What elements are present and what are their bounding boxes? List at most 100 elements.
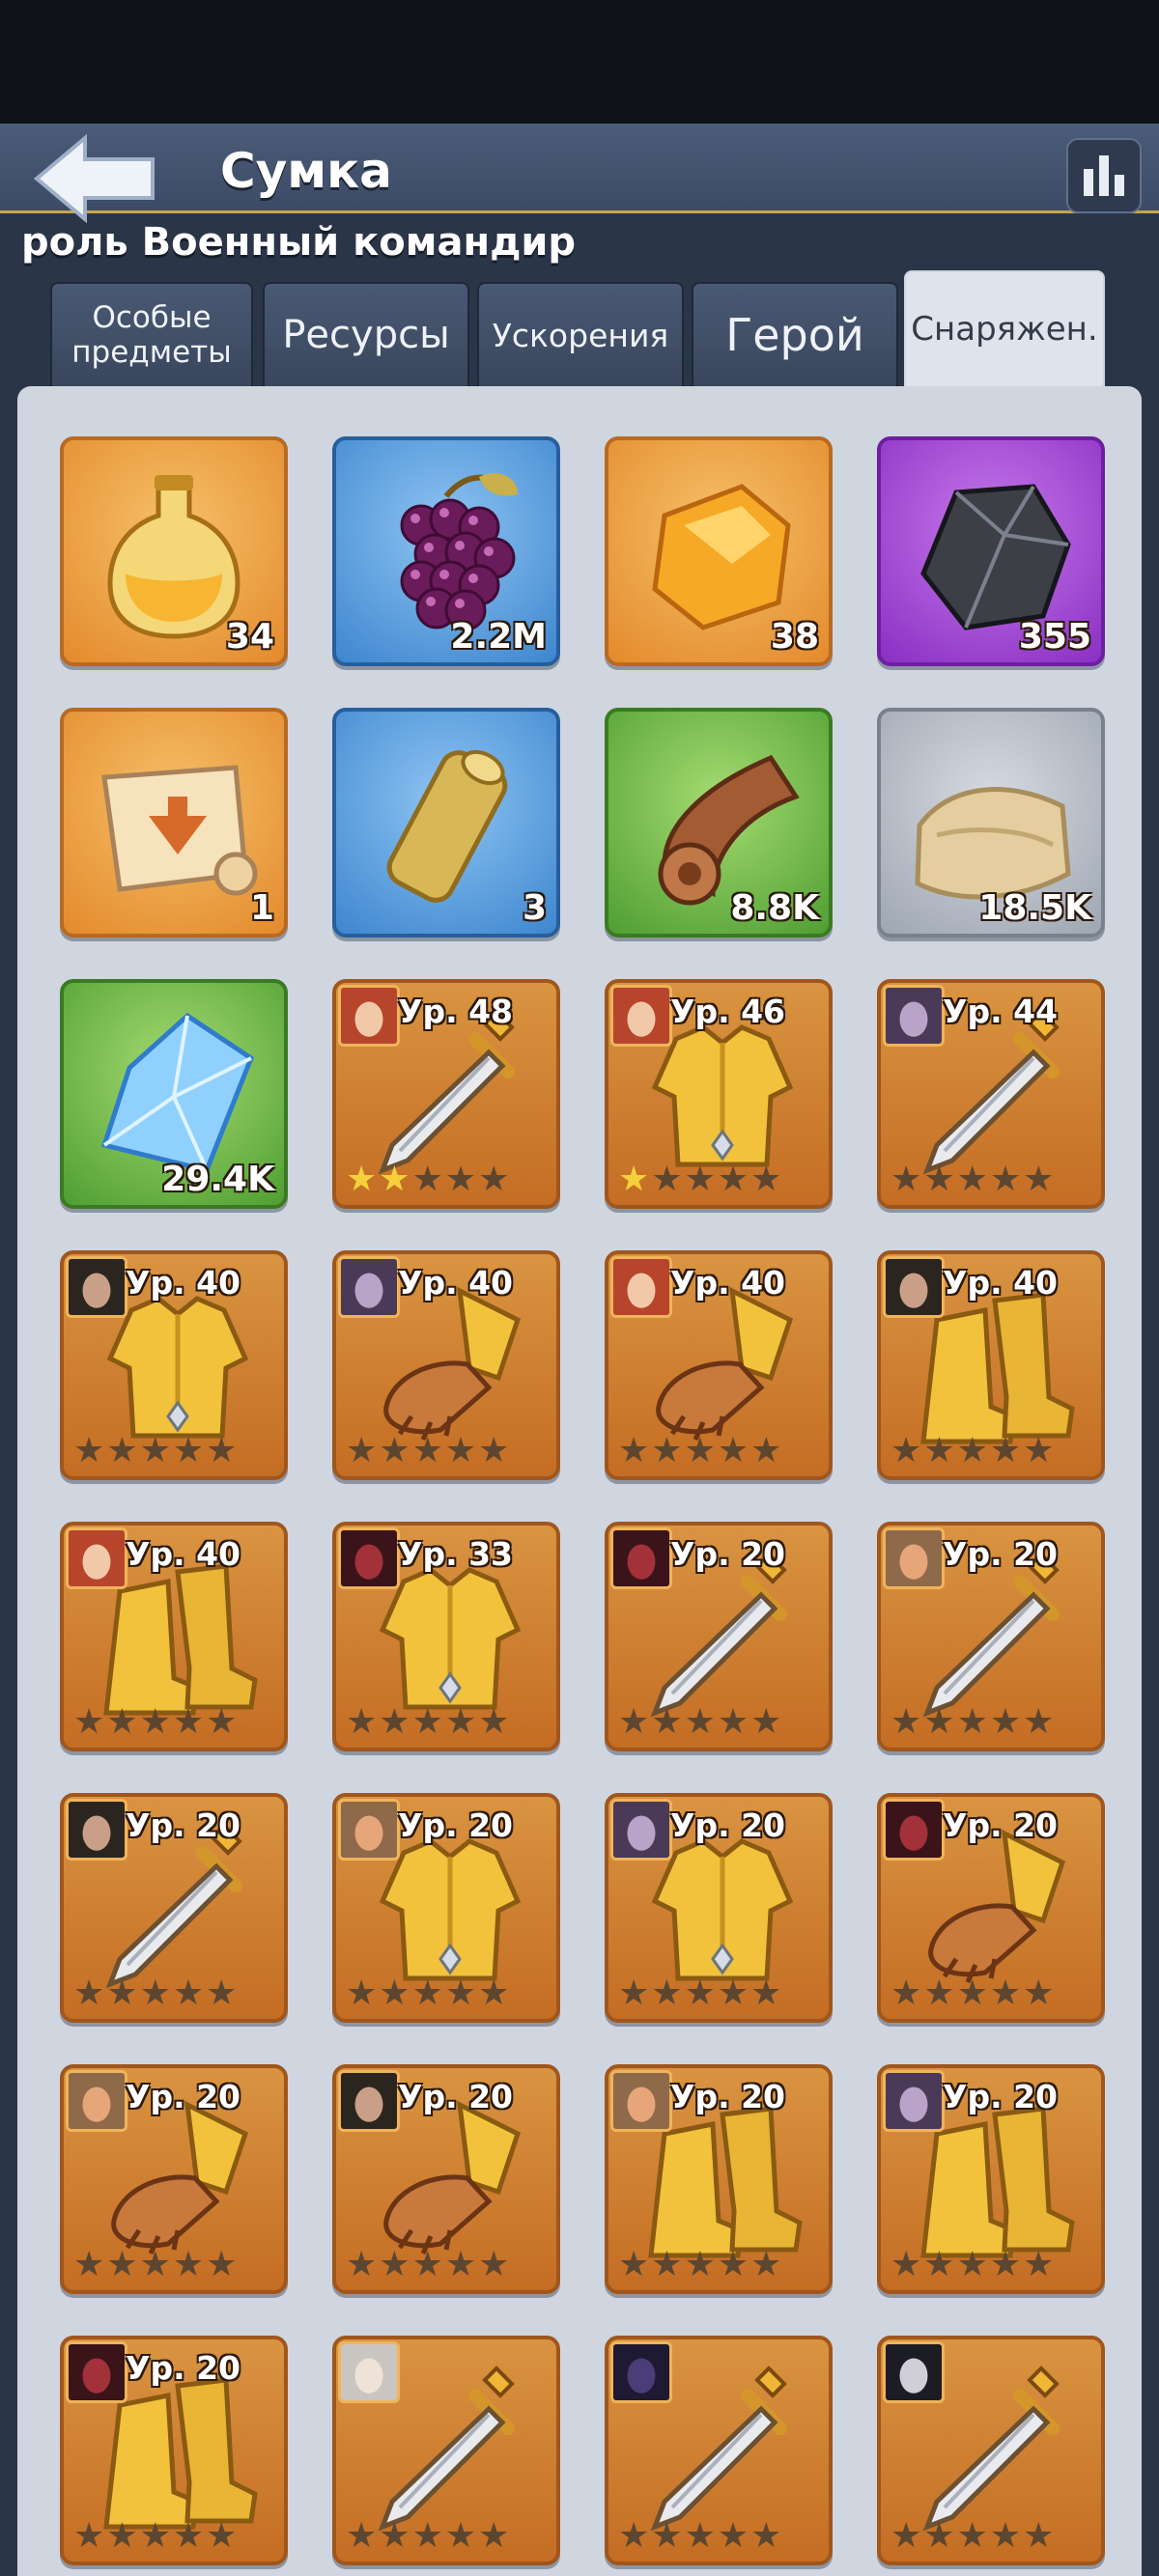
leather-roll-icon — [658, 754, 800, 906]
equipment-slot-armor[interactable]: Ур. 46 ★ ★ ★ ★ ★ — [605, 979, 833, 1209]
star-icon: ★ — [478, 1160, 510, 1199]
star-icon: ★ — [618, 1974, 650, 2013]
tab-equipment[interactable]: Снаряжен. — [904, 270, 1105, 386]
equipment-slot-boots[interactable]: Ур. 40 ★ ★ ★ ★ ★ — [60, 1522, 288, 1751]
tab-resources[interactable]: Ресурсы — [263, 282, 469, 386]
star-icon: ★ — [684, 1160, 716, 1199]
crystal-icon — [100, 1012, 255, 1173]
star-rating: ★ ★ ★ ★ ★ — [618, 2248, 781, 2282]
star-rating: ★ ★ ★ ★ ★ — [618, 1434, 781, 1469]
star-icon: ★ — [139, 2245, 171, 2284]
resource-slot[interactable]: 29.4K — [60, 979, 288, 1209]
equipment-slot-boots[interactable]: Ур. 20 ★ ★ ★ ★ ★ — [877, 2064, 1105, 2294]
star-icon: ★ — [956, 2245, 988, 2284]
item-level: Ур. 46 — [670, 993, 786, 1030]
tab-label: Ресурсы — [282, 313, 450, 357]
star-icon: ★ — [717, 2245, 749, 2284]
item-quantity: 8.8K — [730, 888, 819, 928]
cloth-icon — [915, 787, 1071, 900]
equipment-slot-sword[interactable]: Ур. 20 ★ ★ ★ ★ ★ — [60, 1793, 288, 2023]
resource-slot[interactable]: 18.5K — [877, 708, 1105, 938]
equipment-slot-sword[interactable]: ★ ★ ★ ★ ★ — [877, 2336, 1105, 2565]
star-rating: ★ ★ ★ ★ ★ — [618, 2519, 781, 2554]
equipment-slot-sword[interactable]: ★ ★ ★ ★ ★ — [605, 2336, 833, 2565]
parchment-roll-icon — [386, 749, 508, 903]
resource-slot[interactable]: 38 — [605, 436, 833, 666]
star-icon: ★ — [411, 1974, 443, 2013]
star-icon: ★ — [717, 2516, 749, 2556]
ore-icon — [920, 484, 1071, 630]
star-icon: ★ — [379, 1160, 410, 1199]
tab-hero[interactable]: Герой — [692, 282, 898, 386]
equipment-slot-armor[interactable]: Ур. 20 ★ ★ ★ ★ ★ — [332, 1793, 560, 2023]
star-icon: ★ — [379, 2516, 410, 2556]
star-icon: ★ — [172, 2516, 205, 2556]
star-icon: ★ — [73, 2516, 105, 2556]
star-icon: ★ — [1023, 1160, 1055, 1199]
equipment-slot-gauntlet[interactable]: Ур. 20 ★ ★ ★ ★ ★ — [877, 1793, 1105, 2023]
star-icon: ★ — [923, 1974, 955, 2013]
bearded-warrior-portrait — [66, 1799, 127, 1861]
resource-slot[interactable]: 8.8K — [605, 708, 833, 938]
equipment-slot-boots[interactable]: Ур. 20 ★ ★ ★ ★ ★ — [60, 2336, 288, 2565]
equipment-slot-armor[interactable]: Ур. 40 ★ ★ ★ ★ ★ — [60, 1250, 288, 1480]
equipment-slot-gauntlet[interactable]: Ур. 40 ★ ★ ★ ★ ★ — [605, 1250, 833, 1480]
star-rating: ★ ★ ★ ★ ★ — [346, 1705, 509, 1740]
equipment-slot-armor[interactable]: Ур. 20 ★ ★ ★ ★ ★ — [605, 1793, 833, 2023]
equipment-slot-sword[interactable]: Ур. 20 ★ ★ ★ ★ ★ — [877, 1522, 1105, 1751]
star-icon: ★ — [618, 2516, 650, 2556]
star-rating: ★ ★ ★ ★ ★ — [346, 1162, 509, 1197]
star-icon: ★ — [618, 1160, 650, 1199]
star-icon: ★ — [956, 2516, 988, 2556]
star-icon: ★ — [956, 1702, 988, 1742]
star-icon: ★ — [106, 1974, 138, 2013]
star-icon: ★ — [989, 1702, 1022, 1742]
elf-hero-portrait — [338, 2341, 400, 2403]
item-level: Ур. 40 — [398, 1264, 514, 1302]
star-icon: ★ — [478, 1431, 510, 1470]
equipment-slot-armor[interactable]: Ур. 33 ★ ★ ★ ★ ★ — [332, 1522, 560, 1751]
star-icon: ★ — [444, 1431, 477, 1470]
resource-slot[interactable]: 34 — [60, 436, 288, 666]
equipment-slot-sword[interactable]: Ур. 44 ★ ★ ★ ★ ★ — [877, 979, 1105, 1209]
star-icon: ★ — [651, 2245, 683, 2284]
equipment-slot-sword[interactable]: Ур. 20 ★ ★ ★ ★ ★ — [605, 1522, 833, 1751]
star-icon: ★ — [923, 2245, 955, 2284]
star-icon: ★ — [379, 1431, 410, 1470]
star-icon: ★ — [750, 1431, 782, 1470]
dark-elf-hero-portrait — [610, 1799, 672, 1861]
header-bar — [0, 124, 1159, 213]
item-quantity: 18.5K — [978, 888, 1091, 928]
stats-button[interactable] — [1066, 138, 1142, 213]
star-icon: ★ — [651, 1974, 683, 2013]
star-icon: ★ — [346, 2516, 378, 2556]
resource-slot[interactable]: 355 — [877, 436, 1105, 666]
equipment-slot-gauntlet[interactable]: Ур. 20 ★ ★ ★ ★ ★ — [60, 2064, 288, 2294]
star-icon: ★ — [411, 1702, 443, 1742]
star-icon: ★ — [750, 1160, 782, 1199]
bar-chart-icon — [1084, 155, 1124, 196]
equipment-slot-boots[interactable]: Ур. 20 ★ ★ ★ ★ ★ — [605, 2064, 833, 2294]
dark-elf-hero-portrait — [883, 2070, 945, 2132]
resource-slot[interactable]: 1 — [60, 708, 288, 938]
back-button[interactable] — [29, 130, 164, 227]
equipment-slot-sword[interactable]: Ур. 48 ★ ★ ★ ★ ★ — [332, 979, 560, 1209]
map-scroll-icon — [101, 765, 258, 896]
resource-slot[interactable]: 2.2M — [332, 436, 560, 666]
star-icon: ★ — [206, 2245, 238, 2284]
equipment-slot-gauntlet[interactable]: Ур. 20 ★ ★ ★ ★ ★ — [332, 2064, 560, 2294]
star-icon: ★ — [379, 1702, 410, 1742]
star-rating: ★ ★ ★ ★ ★ — [618, 1976, 781, 2011]
resource-slot[interactable]: 3 — [332, 708, 560, 938]
equipment-slot-sword[interactable]: ★ ★ ★ ★ ★ — [332, 2336, 560, 2565]
star-icon: ★ — [923, 1431, 955, 1470]
tab-speedups[interactable]: Ускорения — [477, 282, 684, 386]
star-rating: ★ ★ ★ ★ ★ — [346, 2248, 509, 2282]
star-icon: ★ — [890, 2245, 922, 2284]
tab-special-items[interactable]: Особые предметы — [50, 282, 253, 386]
equipment-slot-boots[interactable]: Ур. 40 ★ ★ ★ ★ ★ — [877, 1250, 1105, 1480]
item-quantity: 355 — [1018, 617, 1091, 657]
masked-knight-portrait — [338, 1527, 400, 1589]
star-icon: ★ — [478, 2516, 510, 2556]
equipment-slot-gauntlet[interactable]: Ур. 40 ★ ★ ★ ★ ★ — [332, 1250, 560, 1480]
